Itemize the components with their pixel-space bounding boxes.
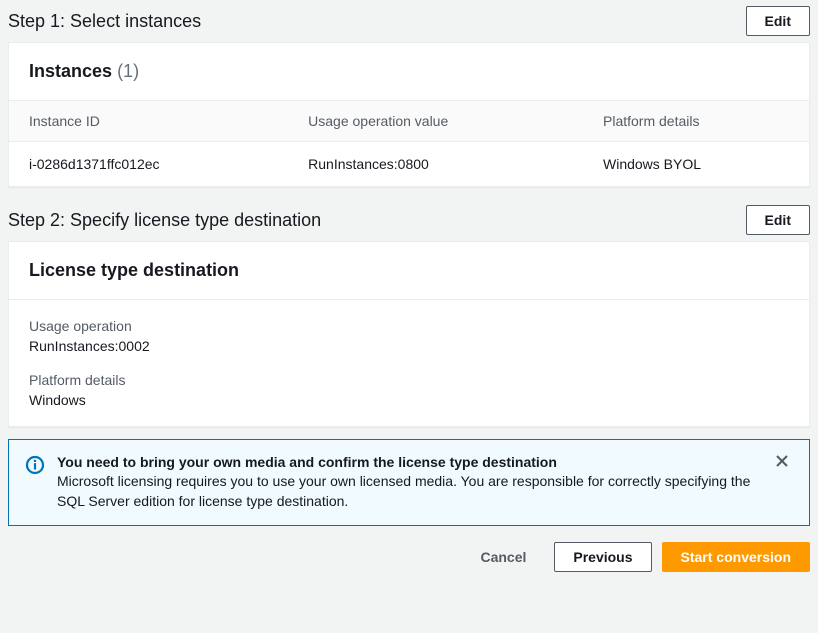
col-instance-id: Instance ID [9, 101, 288, 142]
license-panel-body: Usage operation RunInstances:0002 Platfo… [9, 300, 809, 426]
start-conversion-button[interactable]: Start conversion [662, 542, 810, 572]
table-row: i-0286d1371ffc012ec RunInstances:0800 Wi… [9, 142, 809, 187]
cell-instance-id: i-0286d1371ffc012ec [9, 142, 288, 187]
license-panel: License type destination Usage operation… [8, 241, 810, 427]
instances-count: (1) [117, 61, 139, 81]
info-close-button[interactable] [771, 454, 793, 473]
col-usage-op: Usage operation value [288, 101, 583, 142]
instances-panel: Instances (1) Instance ID Usage operatio… [8, 42, 810, 187]
step2-edit-button[interactable]: Edit [746, 205, 810, 235]
instances-panel-header: Instances (1) [9, 43, 809, 101]
step1-title: Step 1: Select instances [8, 11, 201, 32]
close-icon [775, 454, 789, 468]
footer-actions: Cancel Previous Start conversion [0, 526, 818, 582]
step2-header: Step 2: Specify license type destination… [0, 199, 818, 241]
info-text: Microsoft licensing requires you to use … [57, 472, 759, 511]
instances-table: Instance ID Usage operation value Platfo… [9, 101, 809, 186]
usage-op-label: Usage operation [29, 318, 789, 334]
cell-usage-op: RunInstances:0800 [288, 142, 583, 187]
step1-edit-button[interactable]: Edit [746, 6, 810, 36]
cancel-button[interactable]: Cancel [462, 543, 544, 571]
table-header-row: Instance ID Usage operation value Platfo… [9, 101, 809, 142]
platform-label: Platform details [29, 372, 789, 388]
info-content: You need to bring your own media and con… [57, 454, 759, 511]
info-alert: You need to bring your own media and con… [8, 439, 810, 526]
usage-op-field: Usage operation RunInstances:0002 [29, 318, 789, 354]
instances-panel-title: Instances (1) [29, 61, 139, 81]
col-platform: Platform details [583, 101, 809, 142]
platform-value: Windows [29, 392, 789, 408]
info-title: You need to bring your own media and con… [57, 454, 759, 470]
platform-field: Platform details Windows [29, 372, 789, 408]
step2-title: Step 2: Specify license type destination [8, 210, 321, 231]
step1-header: Step 1: Select instances Edit [0, 0, 818, 42]
previous-button[interactable]: Previous [554, 542, 651, 572]
license-panel-header: License type destination [9, 242, 809, 300]
info-icon [25, 454, 45, 478]
usage-op-value: RunInstances:0002 [29, 338, 789, 354]
license-panel-title: License type destination [29, 260, 239, 280]
cell-platform: Windows BYOL [583, 142, 809, 187]
instances-title-text: Instances [29, 61, 112, 81]
